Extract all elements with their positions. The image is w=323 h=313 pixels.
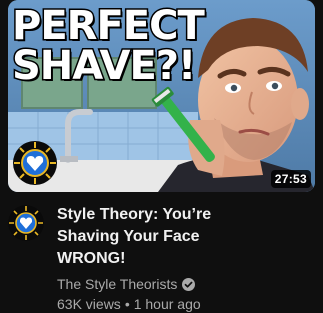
stats-separator: •	[124, 296, 130, 312]
heart-crest-icon	[8, 205, 44, 241]
channel-name[interactable]: The Style Theorists	[57, 276, 177, 292]
video-card[interactable]: PERFECT SHAVE?! 27:53 Style Theory: You’…	[0, 0, 323, 313]
thumbnail-overlay-text: PERFECT SHAVE?!	[11, 3, 207, 89]
video-meta: Style Theory: You’re Shaving Your Face W…	[57, 204, 315, 313]
duration-badge: 27:53	[270, 170, 311, 188]
view-count: 63K views	[57, 296, 121, 312]
video-thumbnail[interactable]: PERFECT SHAVE?! 27:53	[8, 0, 315, 192]
upload-age: 1 hour ago	[133, 296, 201, 312]
heart-crest-icon	[12, 140, 58, 186]
video-title[interactable]: Style Theory: You’re Shaving Your Face W…	[57, 204, 267, 270]
channel-row: The Style Theorists	[57, 274, 315, 294]
video-stats: 63K views • 1 hour ago	[57, 294, 315, 313]
verified-check-icon	[182, 277, 196, 291]
channel-avatar[interactable]	[8, 205, 44, 241]
